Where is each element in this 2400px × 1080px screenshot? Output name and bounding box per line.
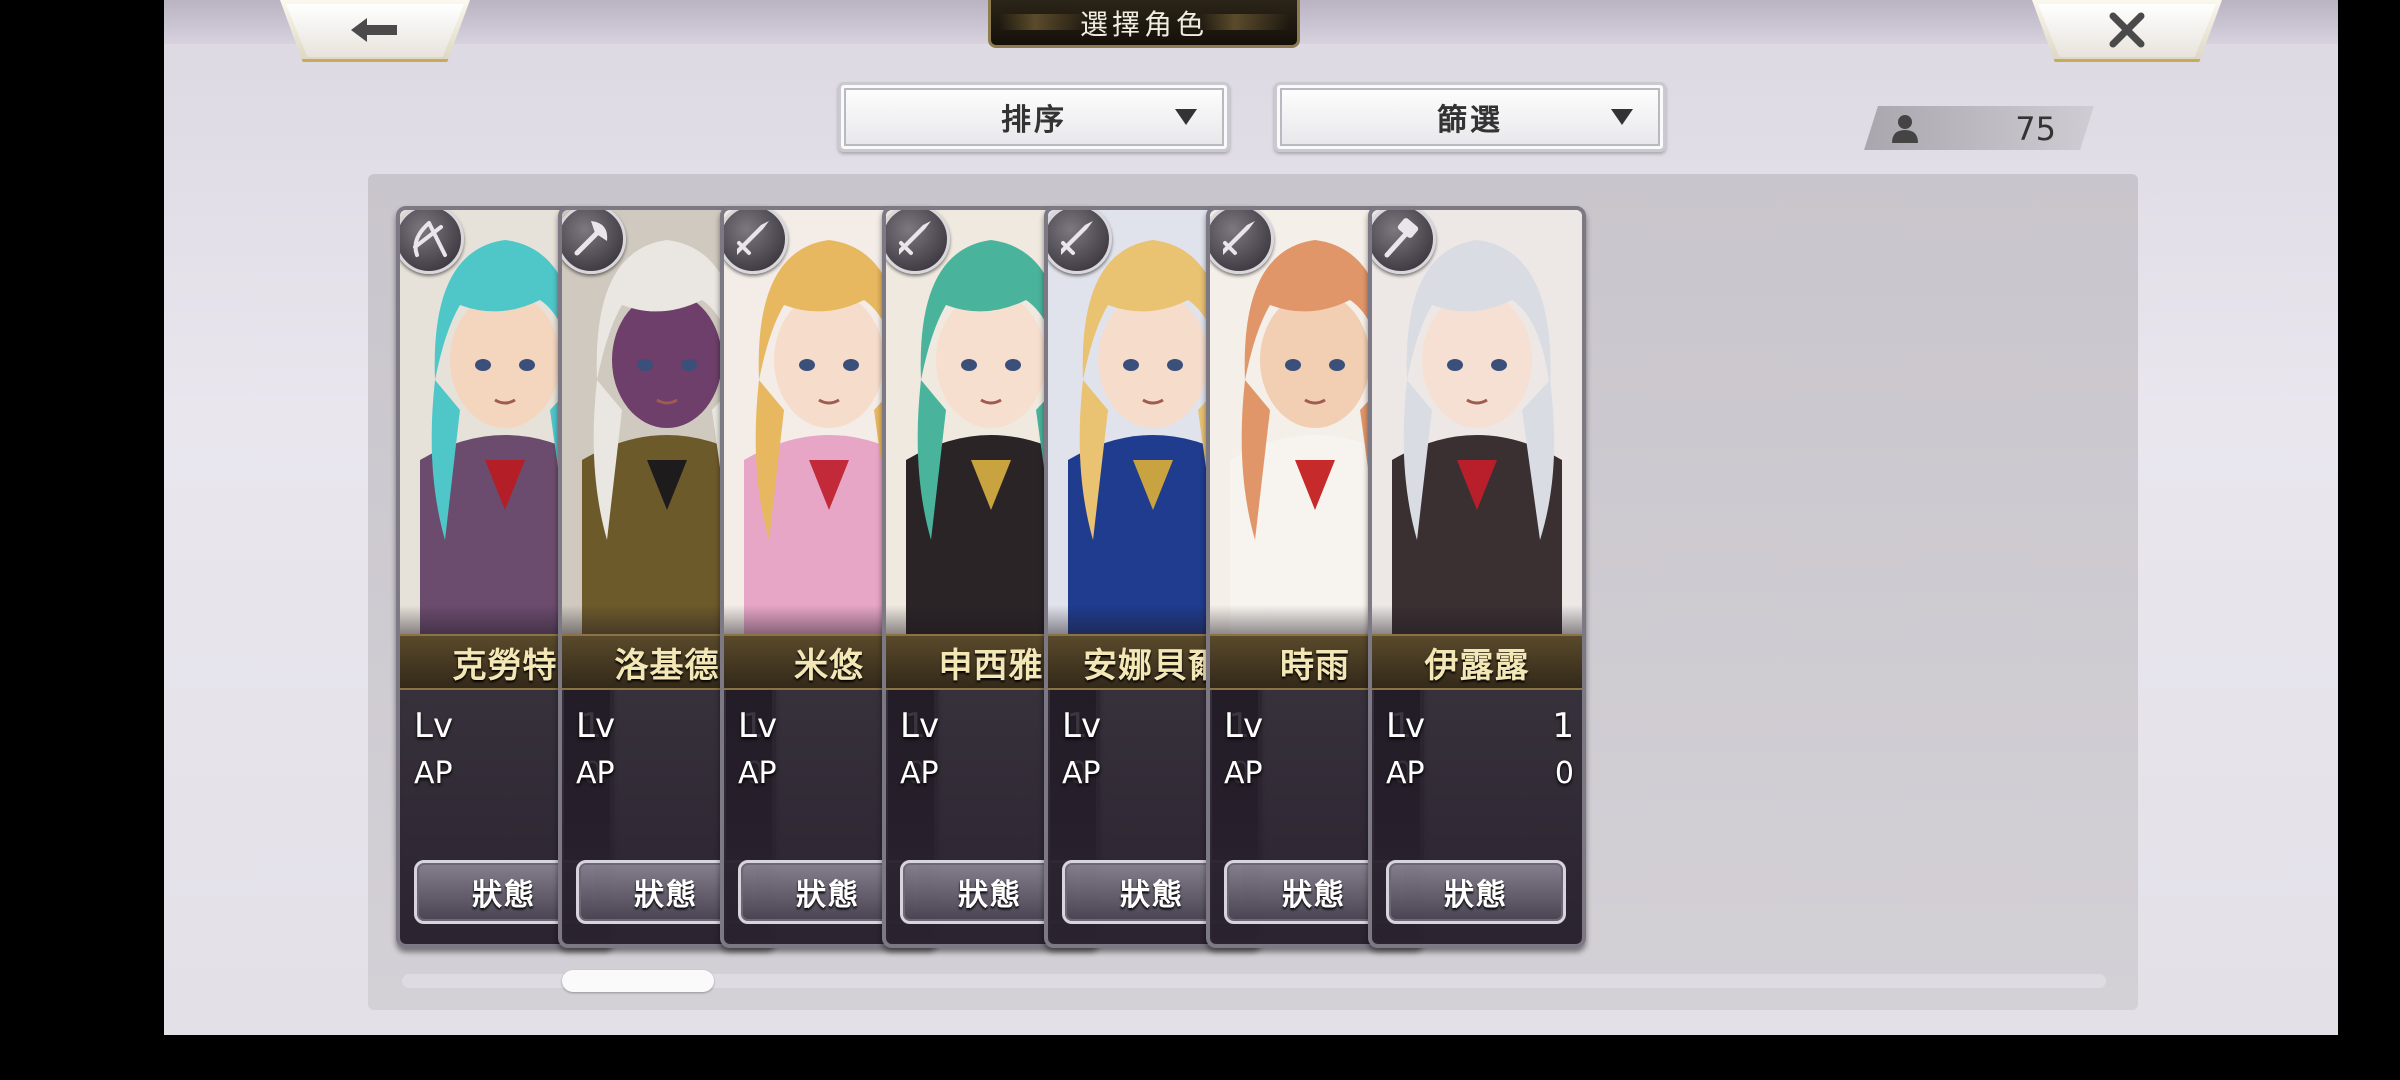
status-button-label: 狀態 xyxy=(1444,878,1508,913)
character-list-panel: 克勞特 Lv 1 AP 0 狀態 洛基德 xyxy=(368,174,2138,1010)
sword-icon xyxy=(1061,221,1093,255)
level-label: Lv xyxy=(1386,706,1426,746)
back-button[interactable] xyxy=(280,0,470,62)
ap-label: AP xyxy=(900,756,939,791)
character-card[interactable]: 伊露露 Lv 1 AP 0 狀態 xyxy=(1368,206,1586,948)
ap-label: AP xyxy=(1386,756,1425,791)
chevron-down-icon xyxy=(1175,109,1197,125)
hammer-icon xyxy=(1384,218,1419,258)
level-label: Lv xyxy=(738,706,778,746)
character-name: 洛基德 xyxy=(614,645,720,686)
sword-icon xyxy=(1223,221,1255,255)
level-label: Lv xyxy=(1224,706,1264,746)
status-button-label: 狀態 xyxy=(634,878,698,913)
sort-dropdown[interactable]: 排序 xyxy=(838,82,1230,152)
level-row: Lv 1 xyxy=(1386,706,1574,746)
level-label: Lv xyxy=(414,706,454,746)
unit-count: 75 xyxy=(2015,110,2056,148)
sword-icon xyxy=(737,221,769,255)
ap-row: AP 0 xyxy=(1386,756,1574,796)
level-label: Lv xyxy=(1062,706,1102,746)
ap-label: AP xyxy=(576,756,615,791)
character-name: 米悠 xyxy=(794,645,864,686)
sword-icon xyxy=(899,221,931,255)
status-button-label: 狀態 xyxy=(796,878,860,913)
filter-dropdown[interactable]: 篩選 xyxy=(1274,82,1666,152)
scrollbar-thumb[interactable] xyxy=(562,970,714,992)
character-name: 安娜貝爾 xyxy=(1083,645,1223,686)
sort-label: 排序 xyxy=(1001,103,1067,138)
close-button[interactable] xyxy=(2032,0,2222,62)
level-label: Lv xyxy=(576,706,616,746)
character-name: 申西雅 xyxy=(938,645,1044,686)
arrow-left-icon xyxy=(351,18,397,42)
character-name: 時雨 xyxy=(1280,645,1350,686)
person-icon xyxy=(1890,113,1920,143)
ap-value: 0 xyxy=(1554,756,1574,791)
filter-label: 篩選 xyxy=(1437,103,1503,138)
bow-icon xyxy=(413,221,447,257)
status-button-label: 狀態 xyxy=(472,878,536,913)
game-screen: 選擇角色 排序 篩選 75 克勞特 Lv AP 狀態 洛基德 Lv AP 狀態 … xyxy=(164,0,2338,1035)
level-label: Lv xyxy=(900,706,940,746)
character-name: 克勞特 xyxy=(452,645,558,686)
status-button[interactable]: 狀態 xyxy=(1386,860,1566,924)
chevron-down-icon xyxy=(1611,109,1633,125)
ap-label: AP xyxy=(1062,756,1101,791)
screen-title: 選擇角色 xyxy=(1079,7,1208,41)
status-button-label: 狀態 xyxy=(958,878,1022,913)
unit-count-badge: 75 xyxy=(1864,106,2094,150)
axe-icon xyxy=(574,221,608,256)
level-value: 1 xyxy=(1552,706,1574,746)
character-name: 伊露露 xyxy=(1424,645,1530,686)
screen-title-plate: 選擇角色 xyxy=(988,0,1300,48)
ap-label: AP xyxy=(414,756,453,791)
character-portrait xyxy=(1372,210,1582,640)
ap-label: AP xyxy=(738,756,777,791)
close-icon xyxy=(2109,12,2145,48)
status-button-label: 狀態 xyxy=(1120,878,1184,913)
ap-label: AP xyxy=(1224,756,1263,791)
character-name-bar: 伊露露 xyxy=(1372,634,1582,690)
status-button-label: 狀態 xyxy=(1282,878,1346,913)
